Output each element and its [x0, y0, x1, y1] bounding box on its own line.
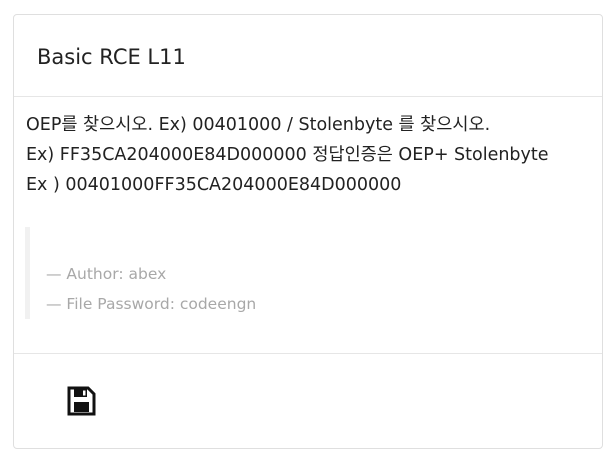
description-line: Ex) FF35CA204000E84D000000 정답인증은 OEP+ St…: [26, 145, 549, 165]
meta-blockquote: — Author: abex — File Password: codeengn: [25, 227, 585, 319]
card-title: Basic RCE L11: [37, 45, 186, 69]
floppy-disk-save-icon: [65, 385, 97, 417]
description-line: OEP를 찾으시오. Ex) 00401000 / Stolenbyte 를 찾…: [26, 115, 491, 135]
download-button[interactable]: [64, 384, 98, 418]
challenge-card: Basic RCE L11 OEP를 찾으시오. Ex) 00401000 / …: [13, 14, 603, 449]
card-body: OEP를 찾으시오. Ex) 00401000 / Stolenbyte 를 찾…: [14, 97, 602, 354]
card-header: Basic RCE L11: [14, 15, 602, 97]
description-line: Ex ) 00401000FF35CA204000E84D000000: [26, 175, 402, 195]
file-password-text: — File Password: codeengn: [46, 295, 257, 313]
card-footer: [14, 354, 602, 448]
author-text: — Author: abex: [46, 265, 167, 283]
